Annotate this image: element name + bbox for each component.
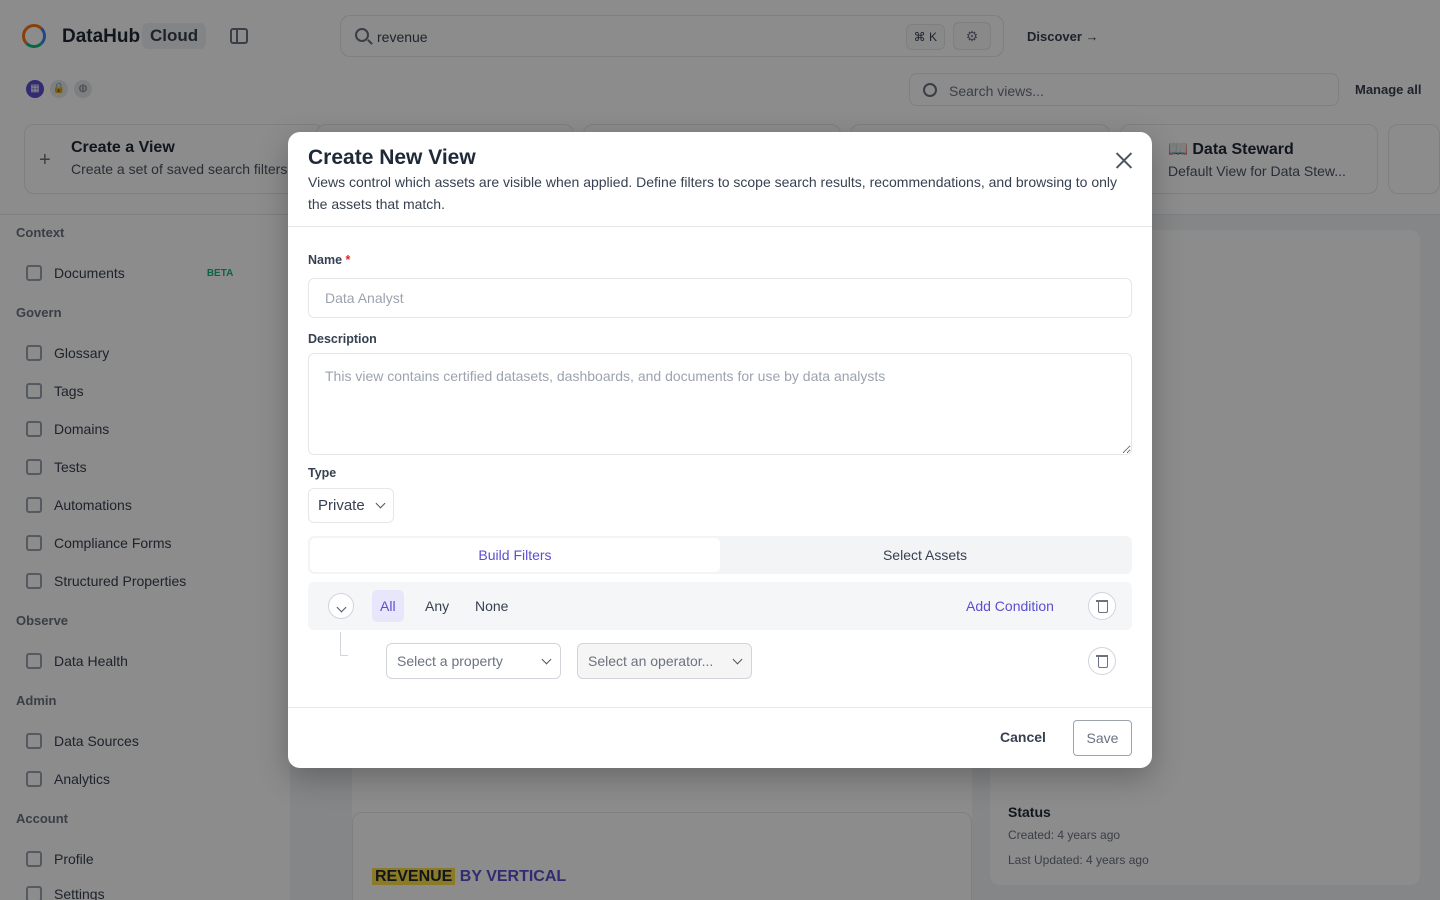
operator-placeholder: Select an operator... (588, 653, 714, 669)
chevron-down-icon (336, 602, 347, 613)
chevron-down-icon (732, 654, 743, 664)
logic-none[interactable]: None (467, 590, 516, 622)
property-placeholder: Select a property (397, 653, 503, 669)
cancel-button[interactable]: Cancel (1000, 729, 1046, 745)
collapse-toggle[interactable] (328, 593, 354, 619)
type-value: Private (318, 497, 365, 514)
chevron-down-icon (541, 654, 552, 664)
name-label-text: Name (308, 253, 343, 267)
modal-description: Views control which assets are visible w… (308, 174, 1118, 212)
type-select[interactable]: Private (308, 488, 394, 523)
operator-select[interactable]: Select an operator... (577, 643, 752, 679)
modal-title: Create New View (308, 146, 476, 169)
tree-connector (340, 632, 348, 656)
add-condition-button[interactable]: Add Condition (966, 598, 1054, 614)
save-button[interactable]: Save (1073, 720, 1132, 756)
divider (288, 707, 1152, 708)
logic-any[interactable]: Any (417, 590, 457, 622)
description-field[interactable] (308, 353, 1132, 455)
filter-group: All Any None Add Condition (308, 582, 1132, 630)
close-icon[interactable] (1113, 150, 1135, 172)
name-label: Name * (308, 253, 350, 267)
type-label: Type (308, 466, 337, 480)
tab-build-filters[interactable]: Build Filters (310, 538, 720, 572)
description-label: Description (308, 332, 377, 346)
tab-select-assets[interactable]: Select Assets (720, 538, 1130, 572)
filter-mode-tabs: Build Filters Select Assets (308, 536, 1132, 574)
chevron-down-icon (375, 498, 386, 509)
trash-icon[interactable] (1088, 647, 1116, 675)
name-field[interactable] (308, 278, 1132, 318)
divider (288, 226, 1152, 227)
create-view-modal: Create New View Views control which asse… (288, 132, 1152, 768)
property-select[interactable]: Select a property (386, 643, 561, 679)
trash-icon[interactable] (1088, 592, 1116, 620)
logic-all[interactable]: All (372, 590, 404, 622)
required-marker: * (345, 253, 351, 267)
